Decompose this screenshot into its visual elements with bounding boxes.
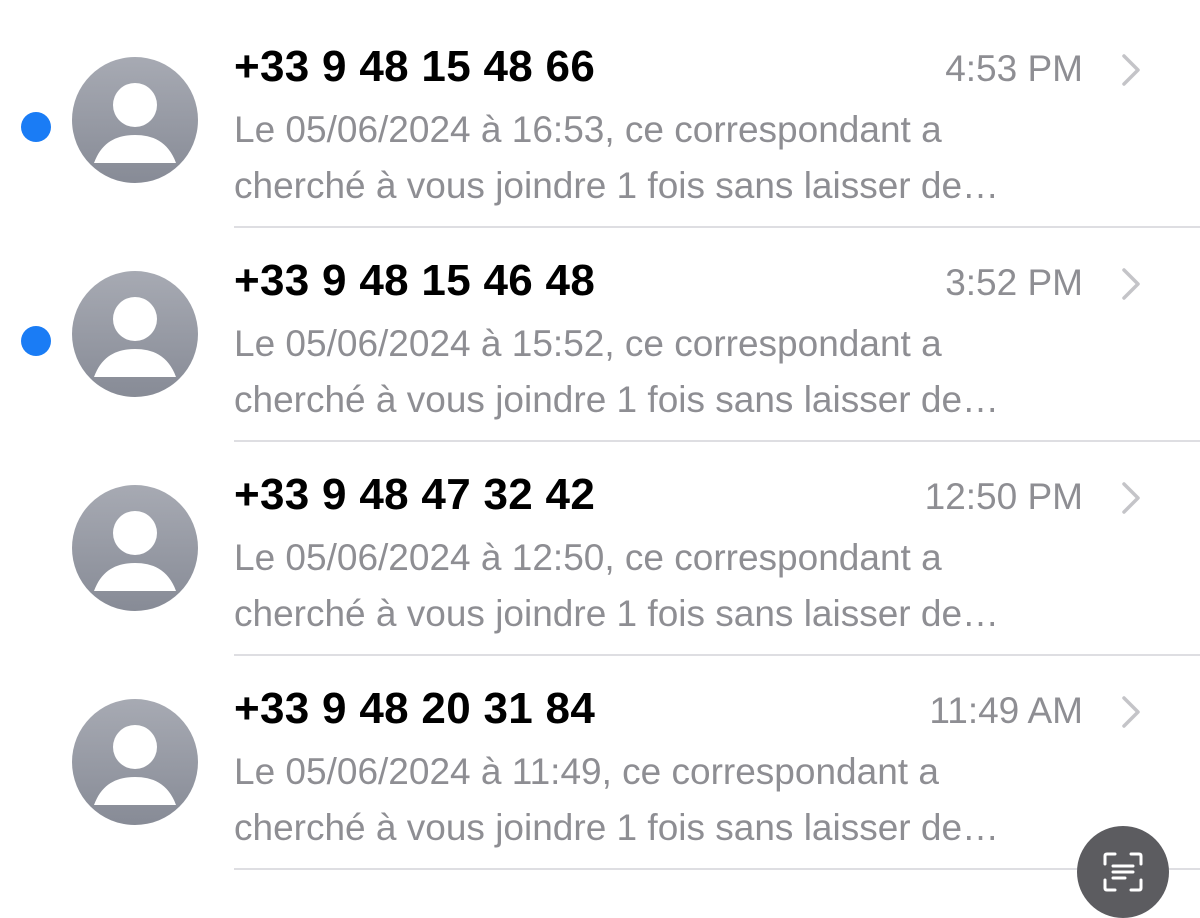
text-scan-icon	[1103, 852, 1143, 892]
sender-phone-number: +33 9 48 20 31 84	[234, 684, 596, 733]
chevron-right-icon	[1122, 268, 1140, 300]
preview-line: cherché à vous joindre 1 fois sans laiss…	[234, 593, 1000, 634]
preview-line: Le 05/06/2024 à 15:52, ce correspondant …	[234, 323, 942, 364]
message-time: 4:53 PM	[945, 48, 1083, 89]
avatar-placeholder-icon	[72, 271, 198, 397]
message-time: 3:52 PM	[945, 262, 1083, 303]
sender-phone-number: +33 9 48 15 46 48	[234, 256, 596, 305]
preview-line: Le 05/06/2024 à 11:49, ce correspondant …	[234, 751, 939, 792]
avatar-placeholder-icon	[72, 485, 198, 611]
chevron-right-icon	[1122, 54, 1140, 86]
conversation-row[interactable]: +33 9 48 47 32 42 12:50 PM Le 05/06/2024…	[0, 442, 1200, 656]
sender-phone-number: +33 9 48 15 48 66	[234, 42, 596, 91]
chevron-right-icon	[1122, 482, 1140, 514]
conversation-row[interactable]: +33 9 48 20 31 84 11:49 AM Le 05/06/2024…	[0, 656, 1200, 870]
message-time: 12:50 PM	[924, 476, 1083, 517]
preview-line: cherché à vous joindre 1 fois sans laiss…	[234, 807, 1000, 848]
preview-line: cherché à vous joindre 1 fois sans laiss…	[234, 165, 1000, 206]
text-scan-button[interactable]	[1077, 826, 1169, 918]
unread-dot-icon	[21, 112, 51, 142]
preview-line: Le 05/06/2024 à 12:50, ce correspondant …	[234, 537, 942, 578]
preview-line: cherché à vous joindre 1 fois sans laiss…	[234, 379, 1000, 420]
chevron-right-icon	[1122, 696, 1140, 728]
sender-phone-number: +33 9 48 47 32 42	[234, 470, 596, 519]
avatar-placeholder-icon	[72, 699, 198, 825]
message-preview: Le 05/06/2024 à 12:50, ce correspondant …	[234, 530, 1114, 642]
conversation-row[interactable]: +33 9 48 15 48 66 4:53 PM Le 05/06/2024 …	[0, 14, 1200, 228]
message-list: +33 9 48 15 48 66 4:53 PM Le 05/06/2024 …	[0, 0, 1200, 871]
preview-line: Le 05/06/2024 à 16:53, ce correspondant …	[234, 109, 942, 150]
avatar-placeholder-icon	[72, 57, 198, 183]
message-time: 11:49 AM	[929, 690, 1083, 731]
conversation-row[interactable]: +33 9 48 15 46 48 3:52 PM Le 05/06/2024 …	[0, 228, 1200, 442]
row-separator	[234, 868, 1200, 870]
message-preview: Le 05/06/2024 à 16:53, ce correspondant …	[234, 102, 1114, 214]
message-preview: Le 05/06/2024 à 11:49, ce correspondant …	[234, 744, 1114, 856]
message-preview: Le 05/06/2024 à 15:52, ce correspondant …	[234, 316, 1114, 428]
unread-dot-icon	[21, 326, 51, 356]
